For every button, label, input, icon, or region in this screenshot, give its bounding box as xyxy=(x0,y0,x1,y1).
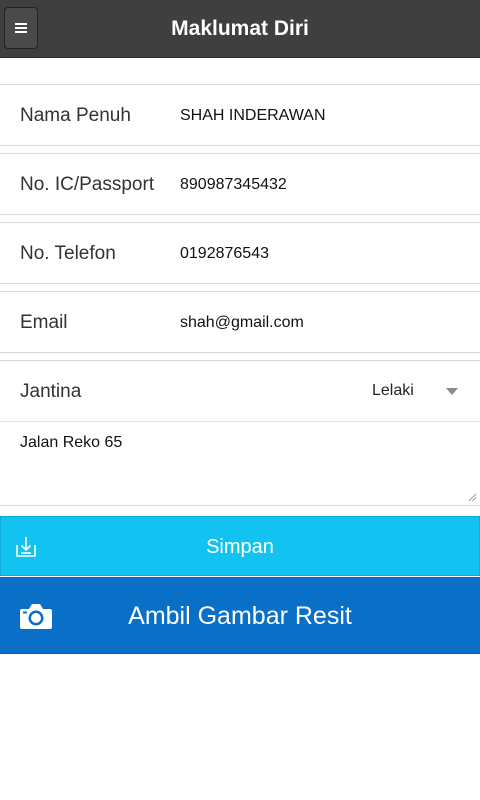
address-text: Jalan Reko 65 xyxy=(20,434,123,451)
gender-select[interactable]: Lelaki xyxy=(372,361,414,421)
field-ic-passport[interactable]: No. IC/Passport 890987345432 xyxy=(0,153,480,215)
email-input[interactable]: shah@gmail.com xyxy=(180,292,304,354)
resize-grip-icon[interactable] xyxy=(468,493,477,502)
field-label: Jantina xyxy=(20,381,82,402)
app-header: Maklumat Diri xyxy=(0,0,480,58)
field-phone[interactable]: No. Telefon 0192876543 xyxy=(0,222,480,284)
field-gender[interactable]: Jantina Lelaki xyxy=(0,360,480,422)
field-label: Nama Penuh xyxy=(20,105,131,126)
field-email[interactable]: Email shah@gmail.com xyxy=(0,291,480,353)
address-textarea[interactable]: Jalan Reko 65 xyxy=(0,422,480,506)
field-label: Email xyxy=(20,312,68,333)
phone-input[interactable]: 0192876543 xyxy=(180,223,269,285)
page-title: Maklumat Diri xyxy=(171,17,309,40)
profile-form: Nama Penuh SHAH INDERAWAN No. IC/Passpor… xyxy=(0,84,480,506)
take-receipt-photo-button[interactable]: Ambil Gambar Resit xyxy=(0,577,480,654)
take-receipt-photo-label: Ambil Gambar Resit xyxy=(128,602,352,630)
save-button-label: Simpan xyxy=(206,536,274,558)
field-label: No. IC/Passport xyxy=(20,174,155,195)
ic-passport-input[interactable]: 890987345432 xyxy=(180,154,287,216)
full-name-input[interactable]: SHAH INDERAWAN xyxy=(180,85,326,147)
chevron-down-icon xyxy=(446,388,458,395)
field-full-name[interactable]: Nama Penuh SHAH INDERAWAN xyxy=(0,84,480,146)
save-button[interactable]: Simpan xyxy=(0,516,480,576)
field-label: No. Telefon xyxy=(20,243,116,264)
